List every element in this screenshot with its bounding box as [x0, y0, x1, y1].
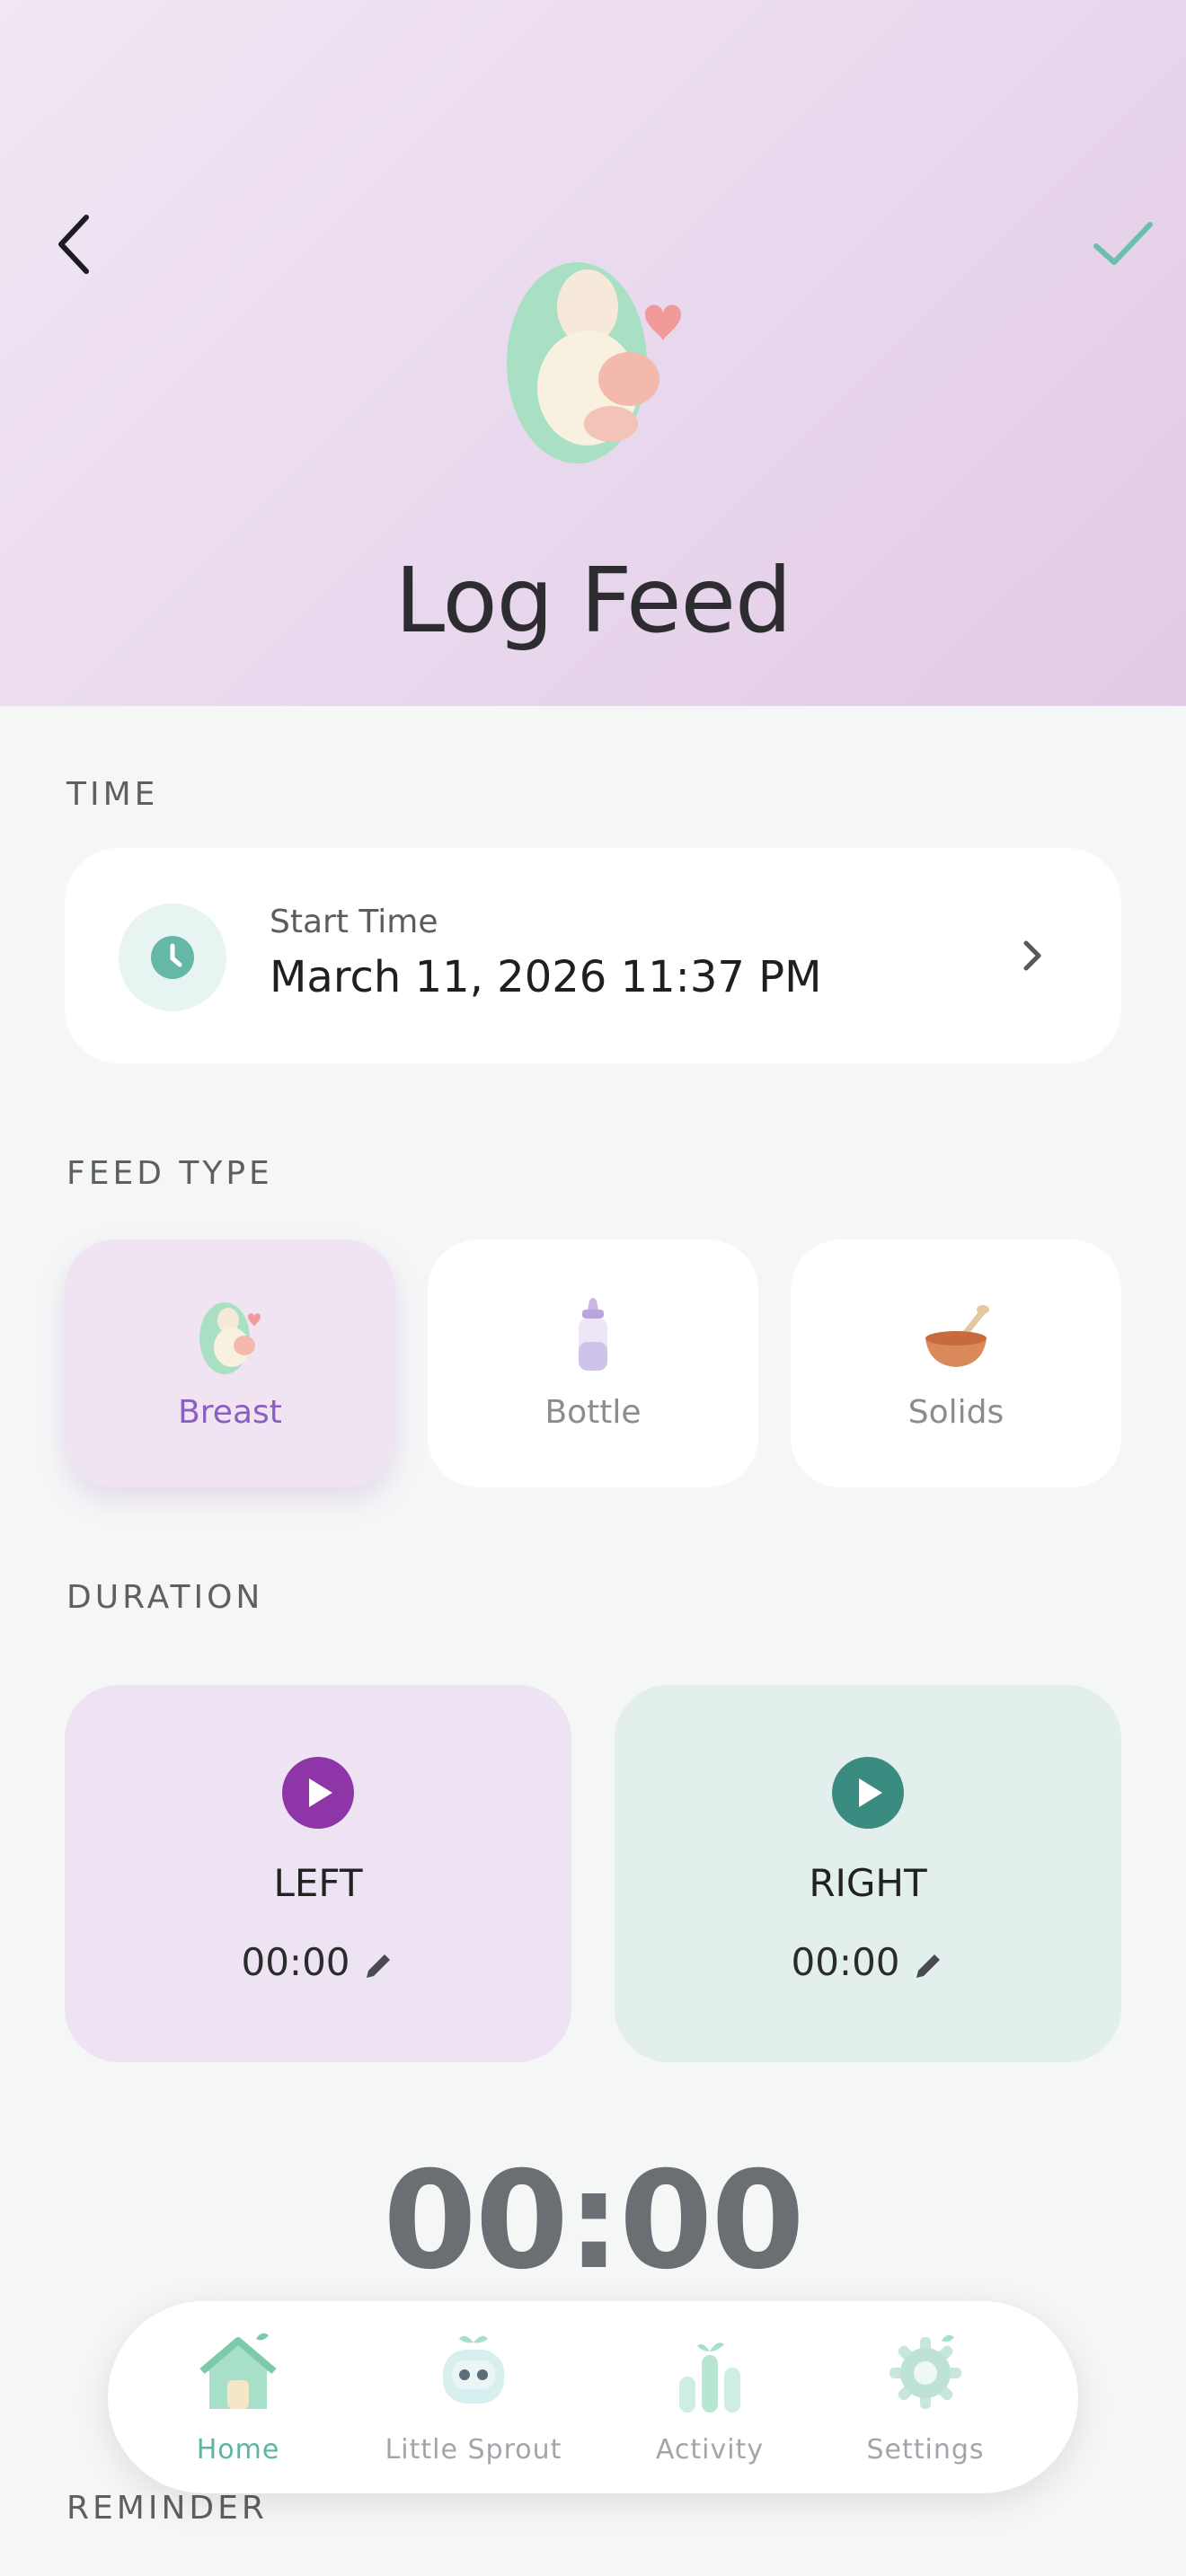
tab-label: Settings [866, 2434, 985, 2466]
clock-icon [151, 936, 194, 979]
chevron-right-icon [1023, 940, 1041, 971]
mother-baby-icon [494, 235, 692, 469]
bar-chart-icon [679, 2342, 740, 2413]
pencil-icon[interactable] [363, 1949, 395, 1981]
start-time-value: March 11, 2026 11:37 PM [270, 952, 822, 1002]
breastfeeding-icon [199, 1302, 261, 1374]
total-duration-timer: 00:00 [383, 2143, 804, 2299]
reminder-section-label: REMINDER [66, 2490, 268, 2527]
feed-type-label: Solids [907, 1394, 1005, 1431]
left-play-button[interactable] [282, 1757, 354, 1829]
right-duration-value: 00:00 [791, 1940, 900, 1984]
feed-type-label: Breast [178, 1394, 282, 1431]
tab-little-sprout[interactable]: Little Sprout [366, 2301, 581, 2493]
feed-type-solids[interactable]: Solids [791, 1239, 1121, 1487]
tab-settings[interactable]: Settings [818, 2301, 1033, 2493]
start-time-row[interactable]: Start Time March 11, 2026 11:37 PM [65, 848, 1121, 1063]
tab-label: Home [196, 2434, 280, 2466]
left-duration-value: 00:00 [241, 1940, 350, 1984]
chevron-left-icon [58, 215, 89, 274]
start-time-label: Start Time [270, 904, 438, 940]
tab-activity[interactable]: Activity [602, 2301, 818, 2493]
feed-type-breast[interactable]: Breast [65, 1239, 395, 1487]
gear-icon [890, 2334, 961, 2409]
play-icon [309, 1778, 332, 1807]
back-button[interactable] [50, 208, 101, 280]
right-play-button[interactable] [832, 1757, 904, 1829]
robot-sprout-icon [443, 2335, 504, 2404]
feed-type-label: Bottle [544, 1394, 642, 1431]
bottle-icon [579, 1298, 607, 1371]
check-icon [1093, 222, 1153, 265]
bowl-icon [925, 1305, 989, 1367]
save-button[interactable] [1091, 214, 1155, 273]
page-title: Log Feed [394, 548, 792, 653]
left-side-timer[interactable]: LEFT 00:00 [65, 1685, 571, 2062]
tab-home[interactable]: Home [130, 2301, 346, 2493]
bottom-tab-bar: Home Little Sprout Activity Settings [108, 2301, 1078, 2493]
feed-type-bottle[interactable]: Bottle [428, 1239, 758, 1487]
pencil-icon[interactable] [913, 1949, 945, 1981]
tab-label: Little Sprout [385, 2434, 562, 2466]
time-section-label: TIME [66, 776, 159, 813]
right-duration: 00:00 [615, 1940, 1121, 1984]
feed-type-section-label: FEED TYPE [66, 1155, 273, 1192]
right-side-timer[interactable]: RIGHT 00:00 [615, 1685, 1121, 2062]
play-icon [859, 1778, 882, 1807]
tab-label: Activity [655, 2434, 765, 2466]
clock-icon-badge [119, 904, 226, 1011]
duration-section-label: DURATION [66, 1579, 264, 1616]
home-icon [199, 2333, 277, 2409]
left-side-label: LEFT [273, 1861, 363, 1905]
header: Log Feed [0, 0, 1186, 706]
right-side-label: RIGHT [809, 1861, 927, 1905]
left-duration: 00:00 [65, 1940, 571, 1984]
